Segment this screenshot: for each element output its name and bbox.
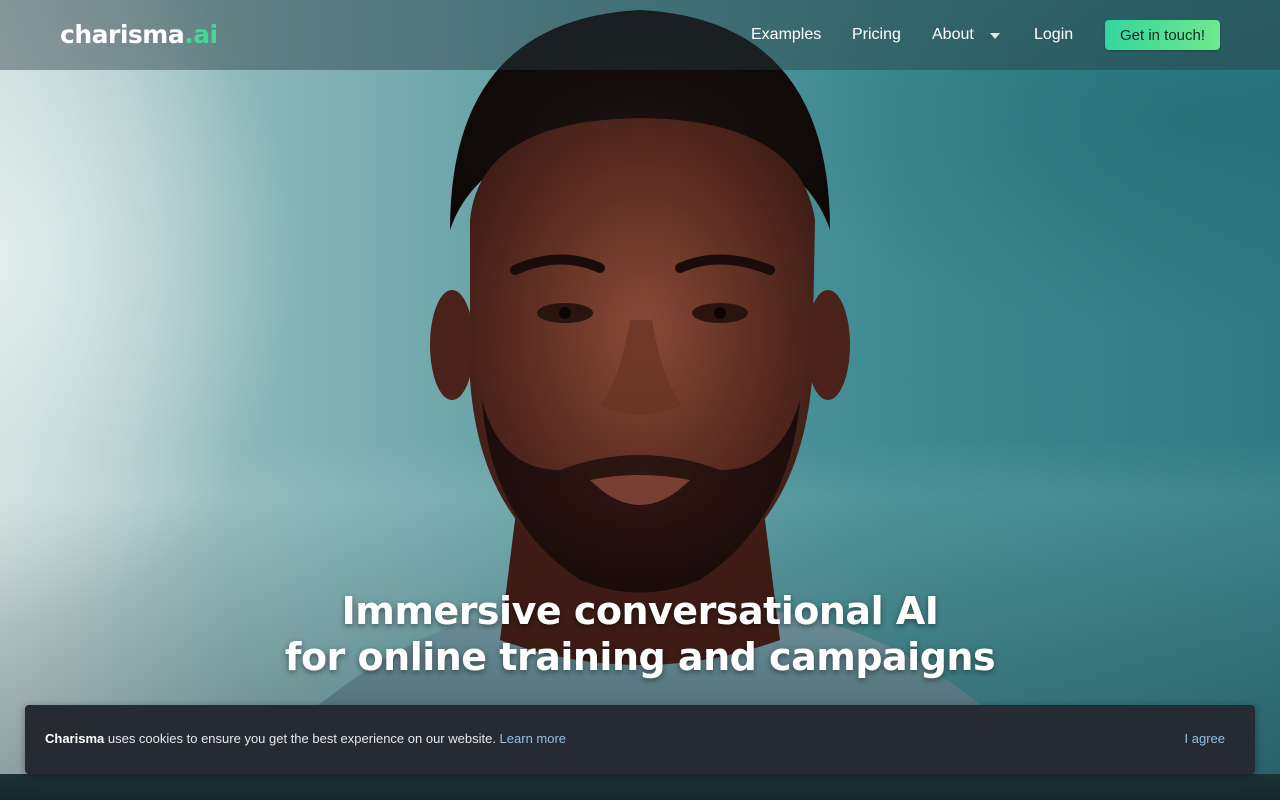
brand-logo[interactable]: charisma.ai [60,20,218,49]
brand-suffix: ai [193,20,218,49]
hero-headline-line2: for online training and campaigns [284,635,996,679]
page: charisma.ai Examples Pricing About Login… [0,0,1280,800]
get-in-touch-button[interactable]: Get in touch! [1105,20,1220,50]
cookie-message: Charisma uses cookies to ensure you get … [45,731,566,746]
nav-link-pricing[interactable]: Pricing [852,26,901,44]
chevron-down-icon[interactable] [990,33,1000,39]
brand-name: charisma [60,20,185,49]
page-bottom-strip [0,774,1280,800]
cookie-brand: Charisma [45,731,105,746]
hero-headline: Immersive conversational AI for online t… [0,588,1280,680]
hero-headline-line1: Immersive conversational AI [341,589,939,633]
nav-link-login[interactable]: Login [1034,26,1073,44]
nav-link-about[interactable]: About [932,26,974,44]
nav-link-examples[interactable]: Examples [751,26,821,44]
brand-dot: . [184,20,194,49]
cookie-message-text: uses cookies to ensure you get the best … [104,731,500,746]
hero-portrait-image [300,10,1000,800]
cookie-agree-button[interactable]: I agree [1185,731,1225,746]
top-navigation-bar: charisma.ai Examples Pricing About Login… [0,0,1280,70]
cookie-consent-banner: Charisma uses cookies to ensure you get … [25,705,1255,774]
cookie-learn-more-link[interactable]: Learn more [500,731,566,746]
